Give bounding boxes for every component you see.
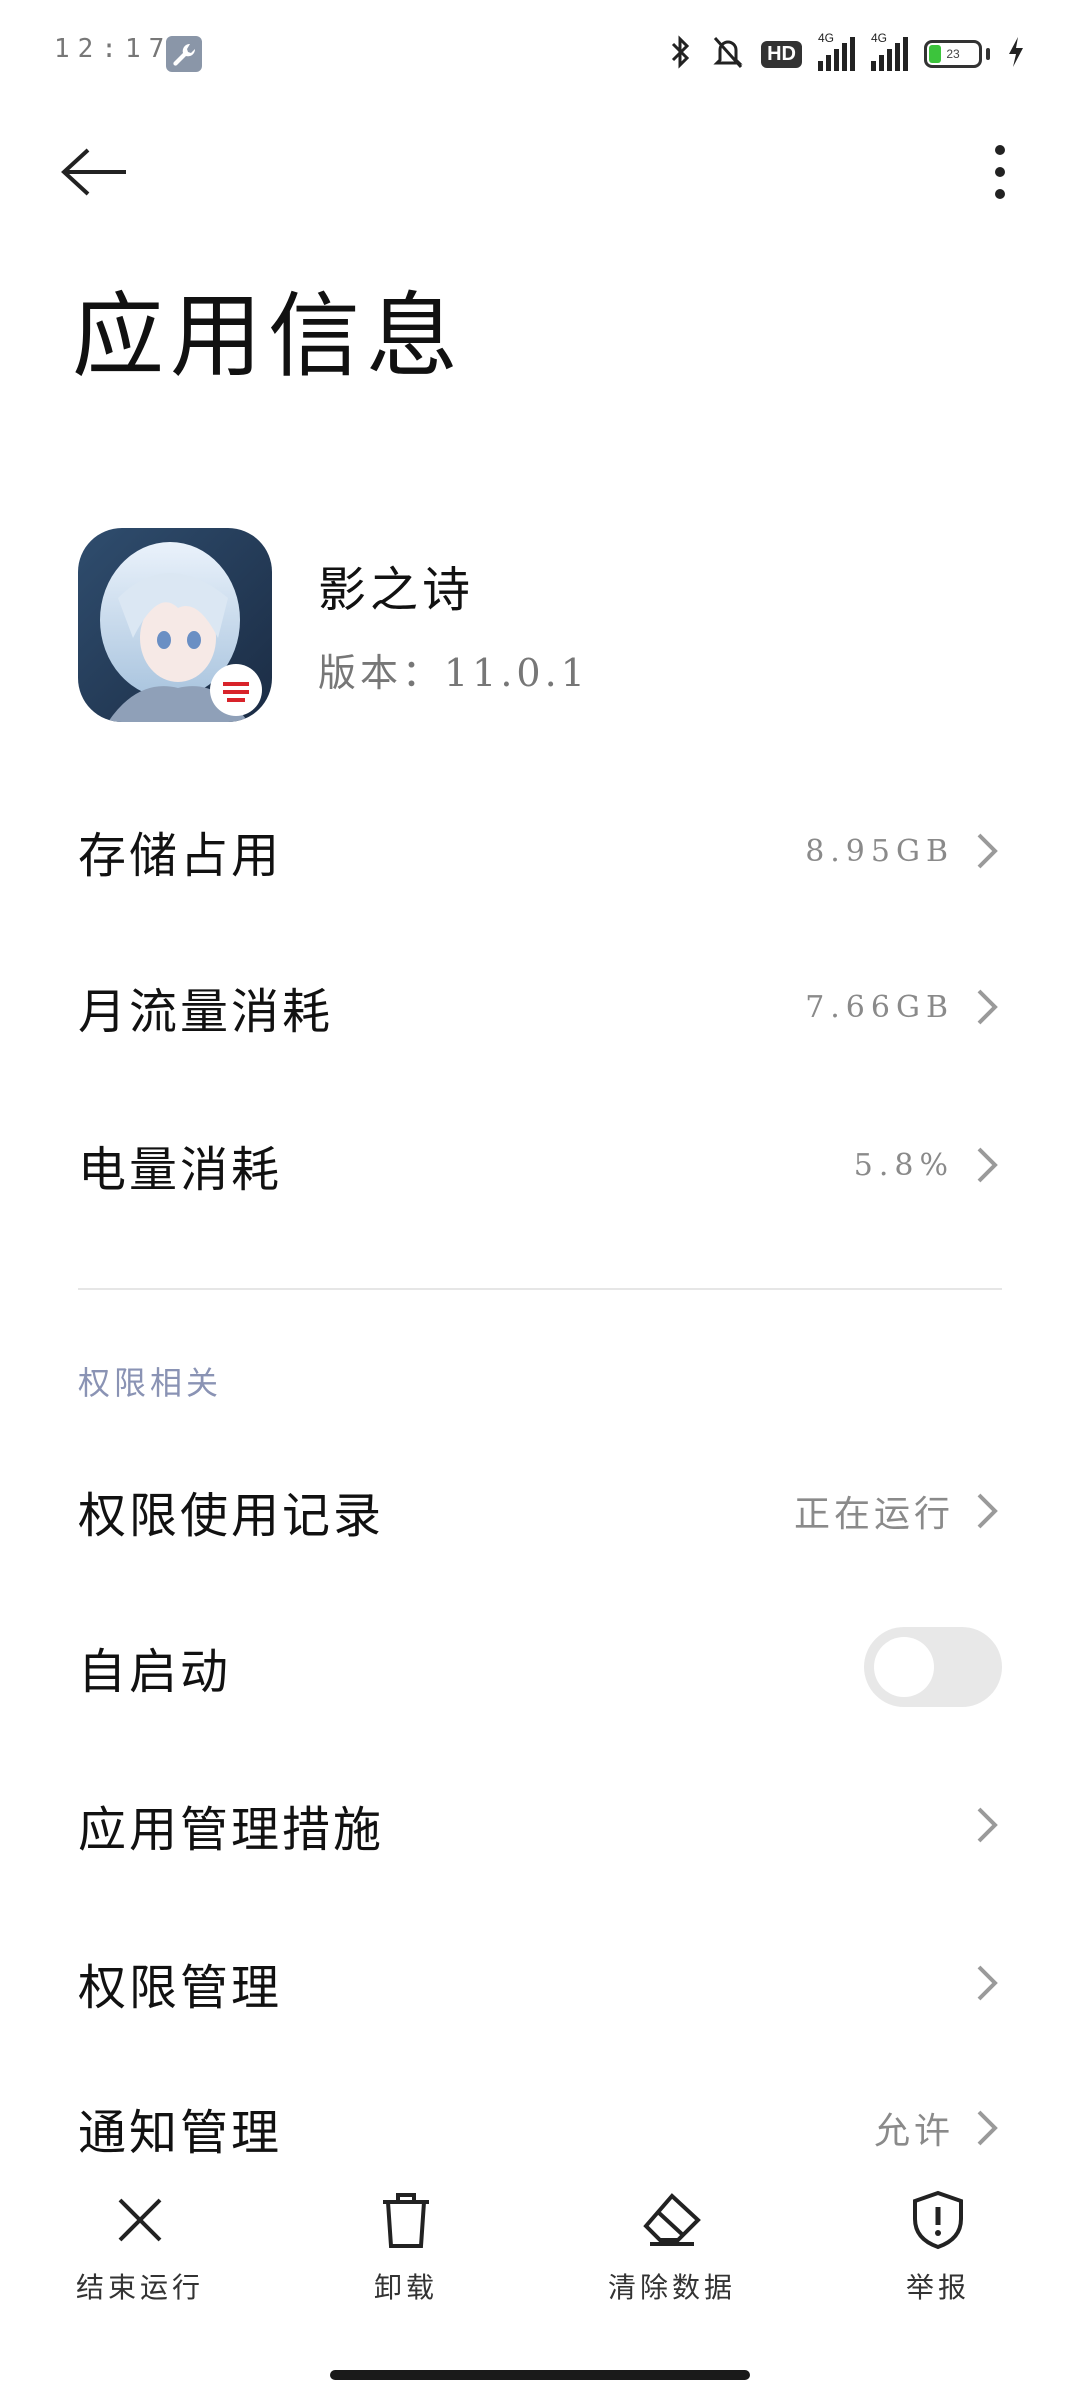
autostart-row: 自启动	[78, 1602, 1002, 1732]
data-usage-value: 7.66GB	[805, 989, 954, 1025]
clear-data-button[interactable]: 清除数据	[572, 2180, 772, 2320]
app-management-measures-row[interactable]: 应用管理措施	[78, 1760, 1002, 1890]
chevron-right-icon	[972, 1491, 1002, 1531]
battery-usage-row[interactable]: 电量消耗 5.8%	[78, 1100, 1002, 1230]
back-button[interactable]	[60, 132, 160, 212]
app-management-measures-label: 应用管理措施	[78, 1802, 385, 1858]
chevron-right-icon	[972, 1145, 1002, 1185]
battery-usage-label: 电量消耗	[78, 1142, 283, 1198]
home-indicator[interactable]	[330, 2370, 750, 2380]
wrench-icon	[166, 36, 202, 72]
network-tag-2: 4G	[871, 31, 888, 45]
status-bar: 12:17 HD 4G 4G 23	[0, 0, 1080, 110]
eraser-icon	[640, 2188, 704, 2252]
chevron-right-icon	[972, 987, 1002, 1027]
force-stop-button[interactable]: 结束运行	[40, 2180, 240, 2320]
mute-bell-icon	[711, 34, 745, 74]
hd-badge: HD	[761, 40, 802, 68]
chevron-right-icon	[972, 1805, 1002, 1845]
autostart-toggle[interactable]	[864, 1627, 1002, 1707]
app-icon	[78, 528, 272, 722]
report-label: 举报	[905, 2271, 970, 2304]
chevron-right-icon	[972, 2108, 1002, 2148]
permission-record-right: 正在运行	[794, 1485, 1002, 1537]
app-version: 版本：11.0.1	[318, 651, 589, 695]
permission-record-row[interactable]: 权限使用记录 正在运行	[78, 1446, 1002, 1576]
charging-icon	[1006, 35, 1026, 73]
more-vertical-icon	[995, 145, 1005, 199]
notification-management-value: 允许	[873, 2111, 954, 2152]
status-icons: HD 4G 4G 23	[667, 30, 1026, 78]
permissions-section-header: 权限相关	[78, 1364, 223, 1402]
more-options-button[interactable]	[960, 132, 1040, 212]
page-title: 应用信息	[72, 283, 465, 390]
notification-management-right: 允许	[874, 2102, 1002, 2154]
shield-alert-icon	[906, 2188, 970, 2252]
autostart-label: 自启动	[78, 1644, 232, 1700]
uninstall-button[interactable]: 卸载	[306, 2180, 506, 2320]
permission-record-label: 权限使用记录	[78, 1488, 385, 1544]
permission-management-row[interactable]: 权限管理	[78, 1918, 1002, 2048]
network-tag-1: 4G	[818, 31, 835, 45]
uninstall-label: 卸载	[373, 2271, 438, 2304]
data-usage-label: 月流量消耗	[78, 984, 334, 1040]
permission-management-label: 权限管理	[78, 1960, 283, 2016]
chevron-right-icon	[972, 1963, 1002, 2003]
permission-record-value: 正在运行	[793, 1494, 954, 1535]
bottom-action-bar: 结束运行 卸载 清除数据 举报	[0, 2180, 1080, 2340]
notification-management-row[interactable]: 通知管理 允许	[78, 2068, 1002, 2188]
battery-icon: 23	[924, 40, 982, 68]
chevron-right-icon	[972, 831, 1002, 871]
close-icon	[108, 2188, 172, 2252]
storage-value: 8.95GB	[805, 833, 954, 869]
status-time: 12:17	[54, 34, 173, 64]
permission-management-right	[972, 1963, 1002, 2003]
app-management-measures-right	[972, 1805, 1002, 1845]
signal-icon-2: 4G	[871, 31, 908, 71]
storage-row[interactable]: 存储占用 8.95GB	[78, 786, 1002, 916]
battery-level: 23	[946, 47, 960, 61]
bluetooth-icon	[667, 34, 695, 74]
battery-usage-right: 5.8%	[854, 1145, 1002, 1185]
storage-right: 8.95GB	[805, 831, 1002, 871]
clear-data-label: 清除数据	[607, 2271, 736, 2304]
signal-icon-1: 4G	[818, 31, 855, 71]
back-arrow-icon	[61, 148, 126, 196]
notification-management-label: 通知管理	[78, 2105, 283, 2161]
storage-label: 存储占用	[78, 828, 283, 884]
battery-usage-value: 5.8%	[853, 1147, 954, 1183]
section-divider	[78, 1288, 1002, 1290]
report-button[interactable]: 举报	[838, 2180, 1038, 2320]
trash-icon	[374, 2188, 438, 2252]
toggle-knob	[874, 1637, 934, 1697]
app-name: 影之诗	[318, 562, 475, 618]
battery-cap	[986, 48, 990, 60]
data-usage-row[interactable]: 月流量消耗 7.66GB	[78, 942, 1002, 1072]
force-stop-label: 结束运行	[75, 2271, 204, 2304]
data-usage-right: 7.66GB	[805, 987, 1002, 1027]
